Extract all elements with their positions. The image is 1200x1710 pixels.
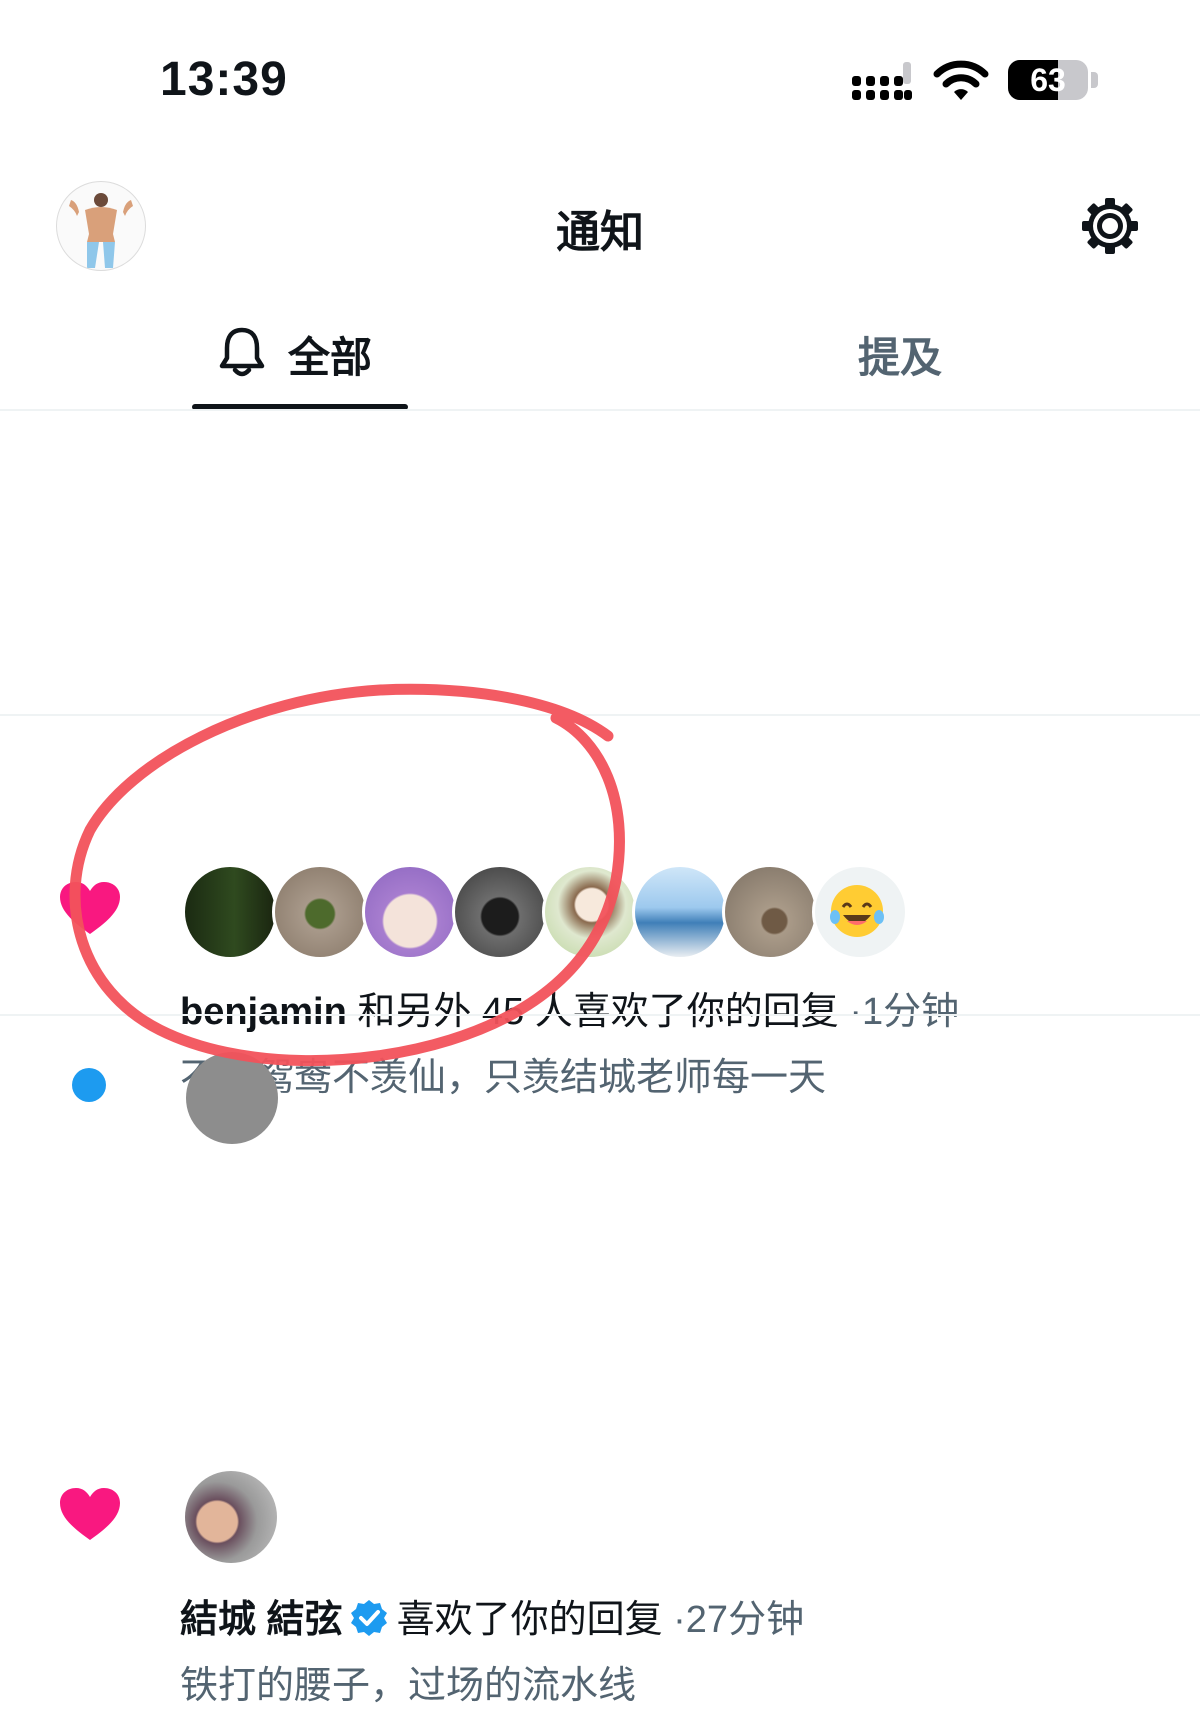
notification-item[interactable]: 結城 結弦 喜欢了你的回复 ·27分钟 铁打的腰子，过场的流水线 <box>0 716 1200 1707</box>
battery-icon: 63 <box>1008 60 1100 102</box>
bell-icon <box>219 327 265 377</box>
user-avatar[interactable] <box>185 1471 277 1563</box>
tabs-divider <box>0 409 1200 411</box>
tab-all-label: 全部 <box>288 334 373 381</box>
battery-level: 63 <box>1030 62 1066 98</box>
notification-time: ·27分钟 <box>673 1599 805 1641</box>
notification-reply-text: 铁打的腰子，过场的流水线 <box>180 1665 637 1707</box>
user-avatar[interactable] <box>186 1052 278 1144</box>
tab-mentions[interactable]: 提及 <box>800 324 1000 385</box>
notification-action: 喜欢了你的回复 <box>396 1599 663 1641</box>
notification-divider <box>0 1014 1200 1016</box>
signal-icon <box>852 62 912 100</box>
notification-headline: 結城 結弦 喜欢了你的回复 ·27分钟 <box>180 1596 804 1644</box>
gear-icon[interactable] <box>1078 194 1142 258</box>
wifi-icon <box>933 60 989 100</box>
page-title: 通知 <box>556 208 644 257</box>
notification-type-icon <box>72 1068 106 1102</box>
status-time: 13:39 <box>160 53 288 106</box>
verified-badge-icon <box>350 1600 387 1636</box>
heart-icon <box>60 1488 120 1540</box>
tab-all[interactable]: 全部 <box>192 310 408 410</box>
notification-user[interactable]: 結城 結弦 <box>180 1599 343 1641</box>
notification-item[interactable]: benjamin 和另外 45 人喜欢了你的回复 ·1分钟 不羡鸳鸯不羡仙，只羡… <box>0 412 1200 1099</box>
